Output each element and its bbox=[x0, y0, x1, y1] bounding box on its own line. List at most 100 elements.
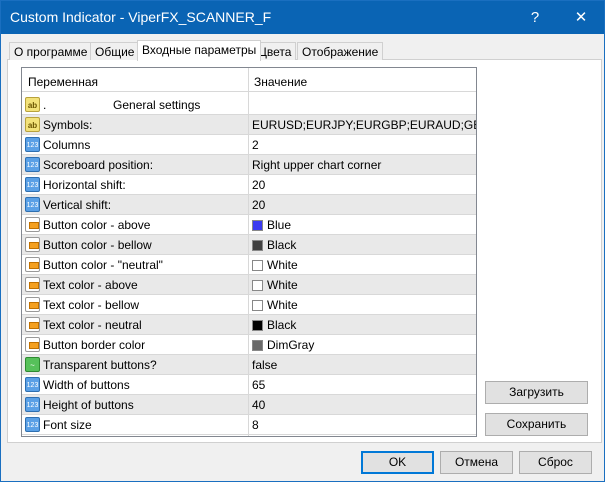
param-value-text: White bbox=[267, 258, 298, 272]
param-value[interactable]: White bbox=[252, 298, 476, 312]
param-value[interactable]: EURUSD;EURJPY;EURGBP;EURAUD;GB... bbox=[252, 118, 476, 132]
param-name: Button color - "neutral" bbox=[43, 258, 163, 272]
color-type-icon bbox=[25, 277, 40, 292]
param-value[interactable]: 65 bbox=[252, 378, 476, 392]
color-swatch bbox=[252, 320, 263, 331]
integer-type-icon: 123 bbox=[25, 137, 40, 152]
load-button[interactable]: Загрузить bbox=[485, 381, 588, 404]
param-value-text: false bbox=[252, 358, 278, 372]
param-name: Text color - bellow bbox=[43, 298, 140, 312]
table-row[interactable]: Text color - bellow White bbox=[22, 295, 476, 315]
param-value-text: EURUSD;EURJPY;EURGBP;EURAUD;GB... bbox=[252, 118, 476, 132]
param-value[interactable]: DimGray bbox=[252, 338, 476, 352]
param-value-text: Blue bbox=[267, 218, 292, 232]
color-swatch bbox=[252, 220, 263, 231]
color-type-icon bbox=[25, 237, 40, 252]
param-value-text: DimGray bbox=[267, 338, 315, 352]
header-variable[interactable]: Переменная bbox=[28, 75, 98, 89]
param-value[interactable]: false bbox=[252, 358, 476, 372]
param-value-text: 40 bbox=[252, 398, 266, 412]
cancel-button[interactable]: Отмена bbox=[440, 451, 513, 474]
table-row[interactable]: 123 Width of buttons 65 bbox=[22, 375, 476, 395]
column-divider[interactable] bbox=[248, 68, 249, 436]
table-row[interactable]: Button color - "neutral" White bbox=[22, 255, 476, 275]
table-row[interactable]: 123 Font size 8 bbox=[22, 415, 476, 435]
param-value-text: 2 bbox=[252, 138, 259, 152]
param-value[interactable]: 8 bbox=[252, 418, 476, 432]
color-swatch bbox=[252, 300, 263, 311]
table-row[interactable]: 123 Horizontal shift: 20 bbox=[22, 175, 476, 195]
param-name: Text color - above bbox=[43, 278, 138, 292]
table-header: Переменная Значение bbox=[22, 68, 476, 92]
integer-type-icon: 123 bbox=[25, 377, 40, 392]
color-swatch bbox=[252, 340, 263, 351]
param-value[interactable]: Black bbox=[252, 238, 476, 252]
param-name: Columns bbox=[43, 138, 91, 152]
table-row[interactable]: 123 Height of buttons 40 bbox=[22, 395, 476, 415]
integer-type-icon: 123 bbox=[25, 197, 40, 212]
table-row[interactable]: ~ Transparent buttons? false bbox=[22, 355, 476, 375]
tab-display[interactable]: Отображение bbox=[297, 42, 384, 60]
param-name: Button border color bbox=[43, 338, 146, 352]
color-type-icon bbox=[25, 257, 40, 272]
param-name: Button color - bellow bbox=[43, 238, 152, 252]
param-value-text: 20 bbox=[252, 178, 266, 192]
reset-button[interactable]: Сброс bbox=[519, 451, 592, 474]
param-value[interactable]: White bbox=[252, 278, 476, 292]
boolean-type-icon: ~ bbox=[25, 357, 40, 372]
param-name: Scoreboard position: bbox=[43, 158, 154, 172]
param-name: Text color - neutral bbox=[43, 318, 142, 332]
parameters-table: Переменная Значение ab. General settings… bbox=[21, 67, 477, 437]
header-value[interactable]: Значение bbox=[254, 75, 476, 89]
param-value[interactable]: Blue bbox=[252, 218, 476, 232]
param-name: Font size bbox=[43, 418, 92, 432]
text-type-icon: ab bbox=[25, 97, 40, 112]
save-button[interactable]: Сохранить bbox=[485, 413, 588, 436]
table-row[interactable]: Button color - above Blue bbox=[22, 215, 476, 235]
tab-common[interactable]: Общие bbox=[90, 42, 140, 60]
color-type-icon bbox=[25, 317, 40, 332]
param-value-text: 20 bbox=[252, 198, 266, 212]
text-type-icon: ab bbox=[25, 117, 40, 132]
param-value[interactable]: Right upper chart corner bbox=[252, 158, 476, 172]
param-value[interactable]: 40 bbox=[252, 398, 476, 412]
color-swatch bbox=[252, 280, 263, 291]
tab-about[interactable]: О программе bbox=[9, 42, 93, 60]
color-type-icon bbox=[25, 337, 40, 352]
param-name: Symbols: bbox=[43, 118, 93, 132]
color-swatch bbox=[252, 240, 263, 251]
table-row[interactable]: Button color - bellow Black bbox=[22, 235, 476, 255]
param-name: Horizontal shift: bbox=[43, 178, 126, 192]
table-row[interactable]: ab. General settings bbox=[22, 95, 476, 115]
table-row[interactable]: Text color - above White bbox=[22, 275, 476, 295]
close-button[interactable]: ✕ bbox=[558, 1, 604, 34]
table-row[interactable]: Text color - neutral Black bbox=[22, 315, 476, 335]
param-name: Button color - above bbox=[43, 218, 151, 232]
table-row[interactable]: Button border color DimGray bbox=[22, 335, 476, 355]
table-row[interactable]: 123 Columns 2 bbox=[22, 135, 476, 155]
table-row[interactable]: 123 Vertical shift: 20 bbox=[22, 195, 476, 215]
param-value[interactable]: 2 bbox=[252, 138, 476, 152]
param-value-text: 65 bbox=[252, 378, 266, 392]
param-value-text: Black bbox=[267, 238, 297, 252]
integer-type-icon: 123 bbox=[25, 177, 40, 192]
title-bar[interactable]: Custom Indicator - ViperFX_SCANNER_F ? ✕ bbox=[1, 1, 604, 34]
param-value-text: White bbox=[267, 298, 298, 312]
param-name: Height of buttons bbox=[43, 398, 134, 412]
param-value[interactable]: White bbox=[252, 258, 476, 272]
integer-type-icon: 123 bbox=[25, 157, 40, 172]
help-button[interactable]: ? bbox=[512, 1, 558, 34]
param-name: . General settings bbox=[43, 98, 201, 112]
param-value[interactable]: 20 bbox=[252, 198, 476, 212]
color-type-icon bbox=[25, 297, 40, 312]
integer-type-icon: 123 bbox=[25, 417, 40, 432]
ok-button[interactable]: OK bbox=[361, 451, 434, 474]
param-value-text: White bbox=[267, 278, 298, 292]
param-value[interactable]: Black bbox=[252, 318, 476, 332]
table-row[interactable]: ab Symbols: EURUSD;EURJPY;EURGBP;EURAUD;GB… bbox=[22, 115, 476, 135]
table-row[interactable]: 123 Scoreboard position: Right upper chart… bbox=[22, 155, 476, 175]
param-value-text: Black bbox=[267, 318, 297, 332]
param-value[interactable]: 20 bbox=[252, 178, 476, 192]
param-name: Transparent buttons? bbox=[43, 358, 157, 372]
tab-inputs[interactable]: Входные параметры bbox=[137, 40, 262, 61]
